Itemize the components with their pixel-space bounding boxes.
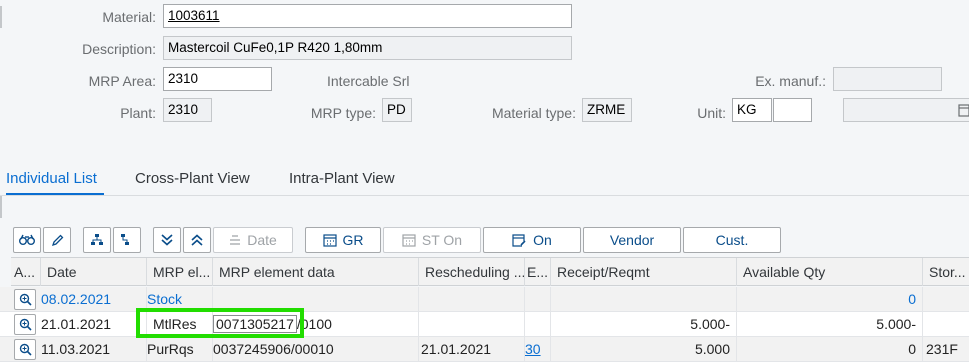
col-header-storage[interactable]: Stor... [923, 258, 969, 286]
table-row[interactable]: 11.03.2021 PurRqs 0037245906/00010 21.01… [0, 337, 969, 362]
cust-button-label: Cust. [715, 232, 749, 248]
cell-rescheduling: 21.01.2021 [419, 337, 525, 361]
cell-receipt-reqmt: 5.000- [551, 312, 737, 336]
hierarchy-down-button[interactable] [113, 227, 141, 253]
tab-cross-plant-view[interactable]: Cross-Plant View [135, 170, 250, 187]
material-type-label: Material type: [491, 105, 576, 121]
left-edge-marker [0, 196, 2, 218]
mrp-type-field: PD [382, 98, 412, 122]
double-chevron-down-icon [161, 234, 173, 246]
details-button[interactable] [14, 314, 36, 335]
description-label: Description: [82, 41, 156, 57]
cell-storage [923, 312, 969, 336]
calendar-edit-icon [512, 234, 526, 247]
mrp-area-label: MRP Area: [88, 73, 156, 89]
vendor-button-label: Vendor [609, 232, 655, 248]
col-header-mrp-element[interactable]: MRP el... [147, 258, 213, 286]
st-on-button-label: ST On [421, 232, 463, 248]
col-header-available-qty[interactable]: Available Qty [737, 258, 923, 286]
binoculars-icon [19, 234, 35, 245]
col-header-a[interactable]: A... [11, 258, 41, 286]
date-button-label: Date [247, 232, 277, 248]
unit-extra-field[interactable] [773, 98, 812, 122]
on-button[interactable]: On [483, 227, 581, 253]
tab-separator [0, 195, 969, 196]
cell-date[interactable]: 08.02.2021 [41, 287, 147, 311]
cell-date[interactable]: 11.03.2021 [41, 337, 147, 361]
vendor-button[interactable]: Vendor [583, 227, 681, 253]
col-header-receipt-reqmt[interactable]: Receipt/Reqmt [551, 258, 737, 286]
plant-field: 2310 [163, 98, 212, 122]
material-type-field: ZRME [582, 98, 632, 122]
cell-storage [923, 287, 969, 311]
gr-button-label: GR [342, 232, 364, 248]
on-button-label: On [533, 232, 552, 248]
collapse-all-button[interactable] [183, 227, 211, 253]
hierarchy-up-icon [91, 234, 103, 245]
cell-e [525, 312, 551, 336]
calendar-icon[interactable] [958, 103, 969, 120]
description-field: Mastercoil CuFe0,1P R420 1,80mm [163, 36, 572, 60]
cell-e-link[interactable]: 30 [525, 341, 541, 357]
details-button[interactable] [14, 339, 36, 360]
zoom-icon [19, 343, 32, 356]
col-header-rescheduling[interactable]: Rescheduling ... [419, 258, 525, 286]
unit-label: Unit: [697, 105, 726, 121]
col-header-date[interactable]: Date [41, 258, 147, 286]
pencil-icon [51, 234, 63, 246]
col-header-e[interactable]: E... [525, 258, 551, 286]
cell-receipt-reqmt [551, 287, 737, 311]
unit-field[interactable]: KG [732, 98, 772, 122]
cell-element-data: 0037245906/00010 [213, 337, 419, 361]
expand-all-button[interactable] [153, 227, 181, 253]
gr-button[interactable]: GR [305, 227, 381, 253]
cell-e[interactable]: 30 [525, 337, 551, 361]
cell-rescheduling [419, 312, 525, 336]
hierarchy-up-button[interactable] [83, 227, 111, 253]
material-value: 1003611 [168, 8, 220, 23]
cell-mrp-element[interactable]: PurRqs [147, 337, 213, 361]
details-button[interactable] [14, 289, 36, 310]
zoom-icon [19, 318, 32, 331]
cell-rescheduling [419, 287, 525, 311]
cell-available-qty: 5.000- [737, 312, 923, 336]
zoom-icon [19, 293, 32, 306]
grid-header: A... Date MRP el... MRP element data Res… [11, 257, 969, 286]
calendar-grid-icon [322, 234, 337, 247]
tab-intra-plant-view[interactable]: Intra-Plant View [289, 170, 395, 187]
hierarchy-down-icon [121, 234, 129, 245]
right-info-field [843, 98, 969, 122]
edit-button[interactable] [43, 227, 71, 253]
ex-manuf-field [833, 67, 942, 91]
st-on-button[interactable]: ST On [383, 227, 481, 253]
col-header-mrp-element-data[interactable]: MRP element data [213, 258, 419, 286]
mrp-area-text: Intercable Srl [327, 73, 410, 89]
double-chevron-up-icon [191, 234, 203, 246]
date-button[interactable]: Date [213, 227, 293, 253]
cell-e [525, 287, 551, 311]
material-field[interactable]: 1003611 [163, 4, 572, 28]
cell-available-qty: 0 [737, 287, 923, 311]
tab-individual-list[interactable]: Individual List [6, 170, 97, 187]
mrp-type-label: MRP type: [310, 105, 376, 121]
cell-storage: 231F [926, 341, 958, 357]
find-button[interactable] [13, 227, 41, 253]
cell-available-qty: 0 [737, 337, 923, 361]
cell-receipt-reqmt: 5.000 [551, 337, 737, 361]
cust-button[interactable]: Cust. [683, 227, 781, 253]
align-icon [230, 235, 241, 245]
calendar-grid-icon [402, 234, 416, 247]
cell-date[interactable]: 21.01.2021 [41, 312, 147, 336]
selection-highlight [136, 308, 304, 338]
left-edge-marker [0, 6, 2, 28]
plant-label: Plant: [120, 105, 156, 121]
mrp-area-field[interactable]: 2310 [163, 67, 272, 91]
ex-manuf-label: Ex. manuf.: [755, 73, 826, 89]
material-label: Material: [102, 9, 156, 25]
